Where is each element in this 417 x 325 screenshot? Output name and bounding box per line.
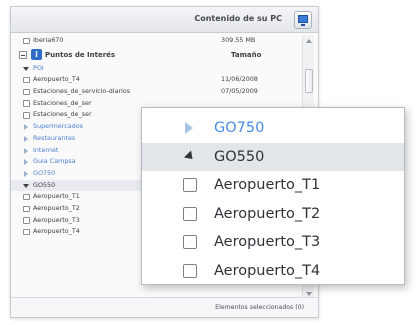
- row-label: Estaciones_de_ser: [33, 110, 92, 119]
- tree-row[interactable]: Iberia670 309.55 MB: [11, 35, 303, 47]
- expand-arrow-icon[interactable]: [185, 122, 193, 134]
- status-bar: Elementos seleccionados (0): [11, 297, 318, 317]
- row-label: Internet: [33, 145, 59, 154]
- zoom-row-label: GO550: [214, 148, 265, 165]
- checkbox[interactable]: [23, 228, 30, 236]
- expand-arrow-icon[interactable]: [24, 147, 28, 154]
- row-label: Estaciones_de_servicio-diarios: [33, 87, 131, 96]
- expand-arrow-icon[interactable]: [24, 159, 28, 166]
- zoom-row-label: Aeropuerto_T4: [214, 262, 321, 279]
- collapse-arrow-icon[interactable]: [183, 149, 197, 163]
- panel-title: Contenido de su PC: [194, 14, 282, 23]
- tree-row[interactable]: Aeropuerto_T4 11/06/2008: [11, 74, 303, 86]
- row-label: Aeropuerto_T4: [33, 75, 80, 84]
- row-label: Iberia670: [33, 36, 64, 44]
- row-label: Aeropuerto_T2: [33, 203, 80, 212]
- checkbox[interactable]: [23, 112, 30, 119]
- row-label: Aeropuerto_T3: [33, 215, 80, 224]
- checkbox[interactable]: [23, 76, 30, 84]
- checkbox[interactable]: [183, 206, 197, 221]
- checkbox[interactable]: [23, 37, 30, 45]
- zoom-row[interactable]: Aeropuerto_T1: [142, 171, 404, 199]
- zoom-row[interactable]: Aeropuerto_T4: [142, 257, 404, 285]
- checkbox[interactable]: [23, 217, 30, 224]
- row-value: 309.55 MB: [221, 36, 256, 44]
- row-label: Aeropuerto_T1: [33, 192, 80, 201]
- checkbox[interactable]: [23, 88, 30, 96]
- zoom-row[interactable]: Aeropuerto_T3: [142, 228, 404, 256]
- checkbox[interactable]: [23, 193, 30, 201]
- panel-header: Contenido de su PC: [11, 7, 318, 33]
- scroll-thumb[interactable]: [305, 69, 313, 93]
- expand-arrow-icon[interactable]: [24, 170, 28, 177]
- row-label: Estaciones_de_ser: [33, 98, 92, 107]
- computer-icon[interactable]: [294, 11, 312, 29]
- group-header-row[interactable]: i Puntos de Interés Tamaño: [11, 47, 303, 63]
- zoom-row-label: Aeropuerto_T1: [214, 177, 321, 193]
- selected-count-text: Elementos seleccionados (0): [215, 304, 304, 311]
- checkbox[interactable]: [183, 178, 197, 192]
- row-label: GO550: [33, 180, 56, 189]
- checkbox[interactable]: [183, 235, 197, 249]
- checkbox[interactable]: [23, 100, 30, 107]
- row-label: Restaurantes: [33, 133, 76, 142]
- zoom-row-label: Aeropuerto_T2: [214, 205, 321, 222]
- tree-row[interactable]: Estaciones_de_servicio-diarios 07/05/2009: [11, 86, 303, 98]
- zoom-row-label: Aeropuerto_T3: [214, 234, 321, 250]
- collapse-icon[interactable]: [19, 50, 27, 59]
- zoom-row-label: GO750: [214, 120, 265, 136]
- info-icon: i: [31, 48, 42, 60]
- expand-arrow-icon[interactable]: [24, 124, 28, 131]
- row-value: Tamaño: [231, 50, 262, 59]
- row-label: POI: [33, 63, 44, 72]
- row-label: Supermercados: [33, 122, 83, 131]
- collapse-arrow-icon[interactable]: [23, 183, 29, 188]
- row-label: Aeropuerto_T4: [33, 227, 80, 236]
- tree-row[interactable]: POI: [11, 63, 303, 75]
- scroll-down-icon[interactable]: [306, 292, 312, 296]
- checkbox[interactable]: [23, 205, 30, 213]
- row-label: Guia Campsa: [33, 157, 76, 166]
- collapse-arrow-icon[interactable]: [23, 66, 29, 71]
- zoom-row[interactable]: GO750: [142, 114, 404, 142]
- zoom-magnifier-panel: GO750 GO550 Aeropuerto_T1 Aeropuerto_T2 Aero…: [141, 107, 405, 285]
- zoom-row[interactable]: Aeropuerto_T2: [142, 200, 404, 228]
- expand-arrow-icon[interactable]: [24, 135, 28, 142]
- checkbox[interactable]: [183, 263, 197, 278]
- scroll-up-icon[interactable]: [306, 39, 312, 43]
- row-value: 07/05/2009: [221, 87, 258, 96]
- row-label: GO750: [33, 168, 56, 177]
- row-label: Puntos de Interés: [45, 50, 116, 59]
- row-value: 11/06/2008: [221, 75, 258, 84]
- zoom-row[interactable]: GO550: [142, 142, 404, 171]
